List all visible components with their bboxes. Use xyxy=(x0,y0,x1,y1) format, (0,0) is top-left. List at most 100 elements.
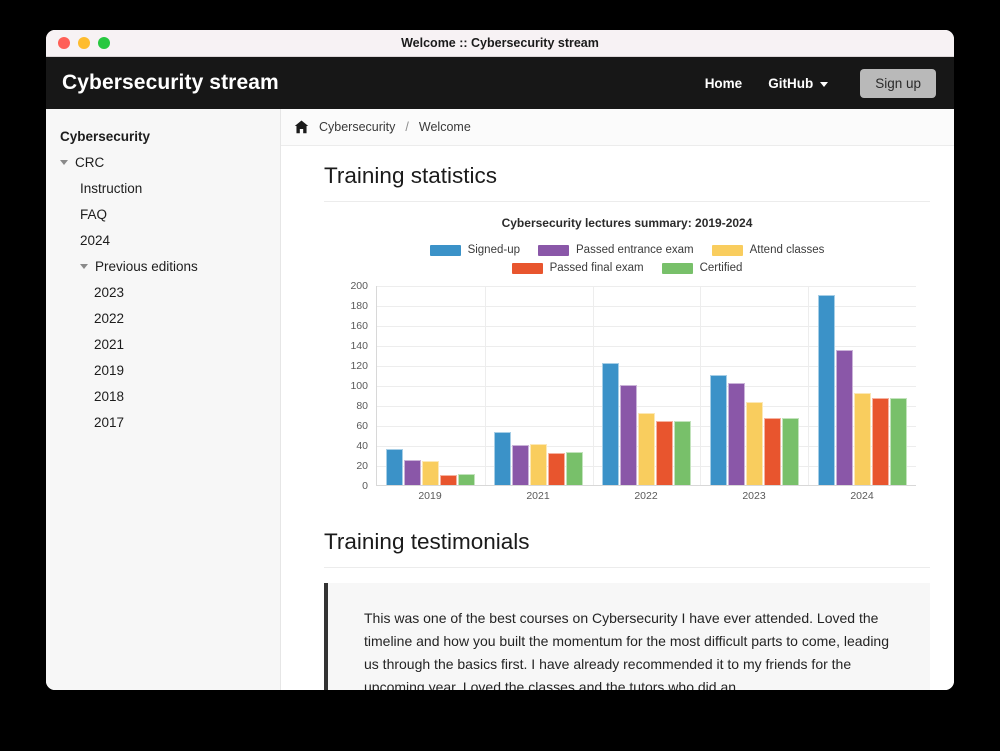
brand-title[interactable]: Cybersecurity stream xyxy=(62,71,279,95)
minimize-button[interactable] xyxy=(78,37,90,49)
chart-plot: 0 20 40 60 80 100 120 140 160 180 200 2019 2021 2022… xyxy=(338,280,930,502)
bar-group-2022 xyxy=(593,286,701,485)
legend-swatch xyxy=(429,244,461,256)
sign-up-button[interactable]: Sign up xyxy=(860,68,936,98)
sidebar-item-label: 2023 xyxy=(94,284,125,300)
nav-item-github[interactable]: GitHub xyxy=(768,75,829,91)
legend-item-passed-entrance-exam[interactable]: Passed entrance exam xyxy=(538,244,694,256)
bar-certified-2021[interactable] xyxy=(566,452,584,485)
y-axis-tick: 200 xyxy=(350,280,368,292)
bar-passed-entrance-exam-2023[interactable] xyxy=(727,383,745,485)
window-title: Welcome :: Cybersecurity stream xyxy=(401,36,599,50)
traffic-light-group xyxy=(46,37,110,49)
bar-passed-final-exam-2022[interactable] xyxy=(655,421,673,485)
x-axis-label: 2023 xyxy=(742,490,766,502)
x-axis-label: 2022 xyxy=(634,490,658,502)
training-statistics-chart: Cybersecurity lectures summary: 2019-202… xyxy=(324,202,930,512)
y-axis-tick: 140 xyxy=(350,340,368,352)
bar-passed-final-exam-2024[interactable] xyxy=(871,398,889,485)
page-title-training-testimonials: Training testimonials xyxy=(324,512,930,568)
bar-certified-2024[interactable] xyxy=(889,398,907,485)
legend-item-passed-final-exam[interactable]: Passed final exam xyxy=(511,262,644,274)
legend-label: Certified xyxy=(699,262,743,274)
sidebar-item-crc[interactable]: CRC xyxy=(46,149,280,175)
sidebar-item-label: 2017 xyxy=(94,414,125,430)
bar-certified-2023[interactable] xyxy=(781,418,799,485)
x-axis-label: 2019 xyxy=(418,490,442,502)
bar-passed-entrance-exam-2021[interactable] xyxy=(512,445,530,485)
x-axis-label: 2024 xyxy=(850,490,874,502)
legend-item-certified[interactable]: Certified xyxy=(661,262,743,274)
bar-group-2019 xyxy=(377,286,485,485)
bar-passed-entrance-exam-2024[interactable] xyxy=(835,350,853,485)
bar-signed-up-2024[interactable] xyxy=(817,295,835,485)
sidebar-item-2018[interactable]: 2018 xyxy=(46,383,280,409)
sidebar-item-label: Previous editions xyxy=(95,258,198,274)
legend-label: Attend classes xyxy=(749,244,825,256)
chart-title: Cybersecurity lectures summary: 2019-202… xyxy=(501,216,753,230)
testimonial-text: This was one of the best courses on Cybe… xyxy=(364,610,890,690)
bar-passed-entrance-exam-2019[interactable] xyxy=(404,460,422,485)
bar-certified-2022[interactable] xyxy=(673,421,691,485)
chart-plot-area xyxy=(376,286,916,486)
sidebar-item-cybersecurity[interactable]: Cybersecurity xyxy=(46,123,280,149)
bar-attend-classes-2024[interactable] xyxy=(853,393,871,485)
legend-swatch xyxy=(511,262,543,274)
chart-x-axis: 2019 2021 2022 2023 2024 xyxy=(376,490,916,502)
bar-attend-classes-2021[interactable] xyxy=(530,444,548,485)
x-axis-label: 2021 xyxy=(526,490,550,502)
y-axis-tick: 20 xyxy=(356,460,368,472)
nav-item-github-label: GitHub xyxy=(768,75,814,91)
bar-group-2023 xyxy=(700,286,808,485)
y-axis-tick: 80 xyxy=(356,400,368,412)
breadcrumb-item-welcome[interactable]: Welcome xyxy=(419,120,471,134)
bar-passed-entrance-exam-2022[interactable] xyxy=(619,385,637,485)
legend-item-signed-up[interactable]: Signed-up xyxy=(429,244,520,256)
sidebar-item-2019[interactable]: 2019 xyxy=(46,357,280,383)
bar-signed-up-2019[interactable] xyxy=(386,449,404,485)
breadcrumb: Cybersecurity / Welcome xyxy=(281,109,954,146)
legend-label: Signed-up xyxy=(467,244,520,256)
legend-swatch xyxy=(711,244,743,256)
bar-passed-final-exam-2019[interactable] xyxy=(440,475,458,485)
triangle-down-icon xyxy=(80,263,88,269)
bar-passed-final-exam-2021[interactable] xyxy=(548,453,566,485)
bar-attend-classes-2023[interactable] xyxy=(745,402,763,485)
chart-y-axis: 0 20 40 60 80 100 120 140 160 180 200 xyxy=(338,280,372,492)
close-button[interactable] xyxy=(58,37,70,49)
sidebar-item-previous-editions[interactable]: Previous editions xyxy=(46,253,280,279)
sidebar-item-2023[interactable]: 2023 xyxy=(46,279,280,305)
bar-signed-up-2021[interactable] xyxy=(494,432,512,485)
chart-legend: Signed-up Passed entrance exam Attend clas… xyxy=(362,244,892,274)
breadcrumb-item-cybersecurity[interactable]: Cybersecurity xyxy=(319,120,395,134)
bar-attend-classes-2019[interactable] xyxy=(422,461,440,485)
sidebar-item-label: CRC xyxy=(75,154,105,170)
testimonial-blockquote: This was one of the best courses on Cybe… xyxy=(324,583,930,690)
sidebar-item-2021[interactable]: 2021 xyxy=(46,331,280,357)
sidebar-item-2024[interactable]: 2024 xyxy=(46,227,280,253)
bar-group-2024 xyxy=(808,286,916,485)
page-title-training-statistics: Training statistics xyxy=(324,146,930,202)
sidebar-item-faq[interactable]: FAQ xyxy=(46,201,280,227)
legend-swatch xyxy=(661,262,693,274)
nav-item-home[interactable]: Home xyxy=(705,76,743,91)
sidebar-item-instruction[interactable]: Instruction xyxy=(46,175,280,201)
bar-signed-up-2023[interactable] xyxy=(709,375,727,485)
bar-signed-up-2022[interactable] xyxy=(601,363,619,485)
bar-attend-classes-2022[interactable] xyxy=(637,413,655,485)
bar-passed-final-exam-2023[interactable] xyxy=(763,418,781,485)
y-axis-tick: 100 xyxy=(350,380,368,392)
bar-certified-2019[interactable] xyxy=(458,474,476,485)
sidebar-item-2022[interactable]: 2022 xyxy=(46,305,280,331)
breadcrumb-separator: / xyxy=(405,120,409,134)
home-icon[interactable] xyxy=(294,120,309,134)
nav-item-home-label: Home xyxy=(704,75,743,91)
legend-item-attend-classes[interactable]: Attend classes xyxy=(711,244,825,256)
sidebar-nav: Cybersecurity CRC Instruction FAQ 2024 Previo… xyxy=(46,109,281,690)
y-axis-tick: 40 xyxy=(356,440,368,452)
maximize-button[interactable] xyxy=(98,37,110,49)
sidebar-item-2017[interactable]: 2017 xyxy=(46,409,280,435)
legend-label: Passed final exam xyxy=(549,262,644,274)
sidebar-item-label: Instruction xyxy=(80,180,143,196)
sidebar-item-label: 2021 xyxy=(94,336,125,352)
